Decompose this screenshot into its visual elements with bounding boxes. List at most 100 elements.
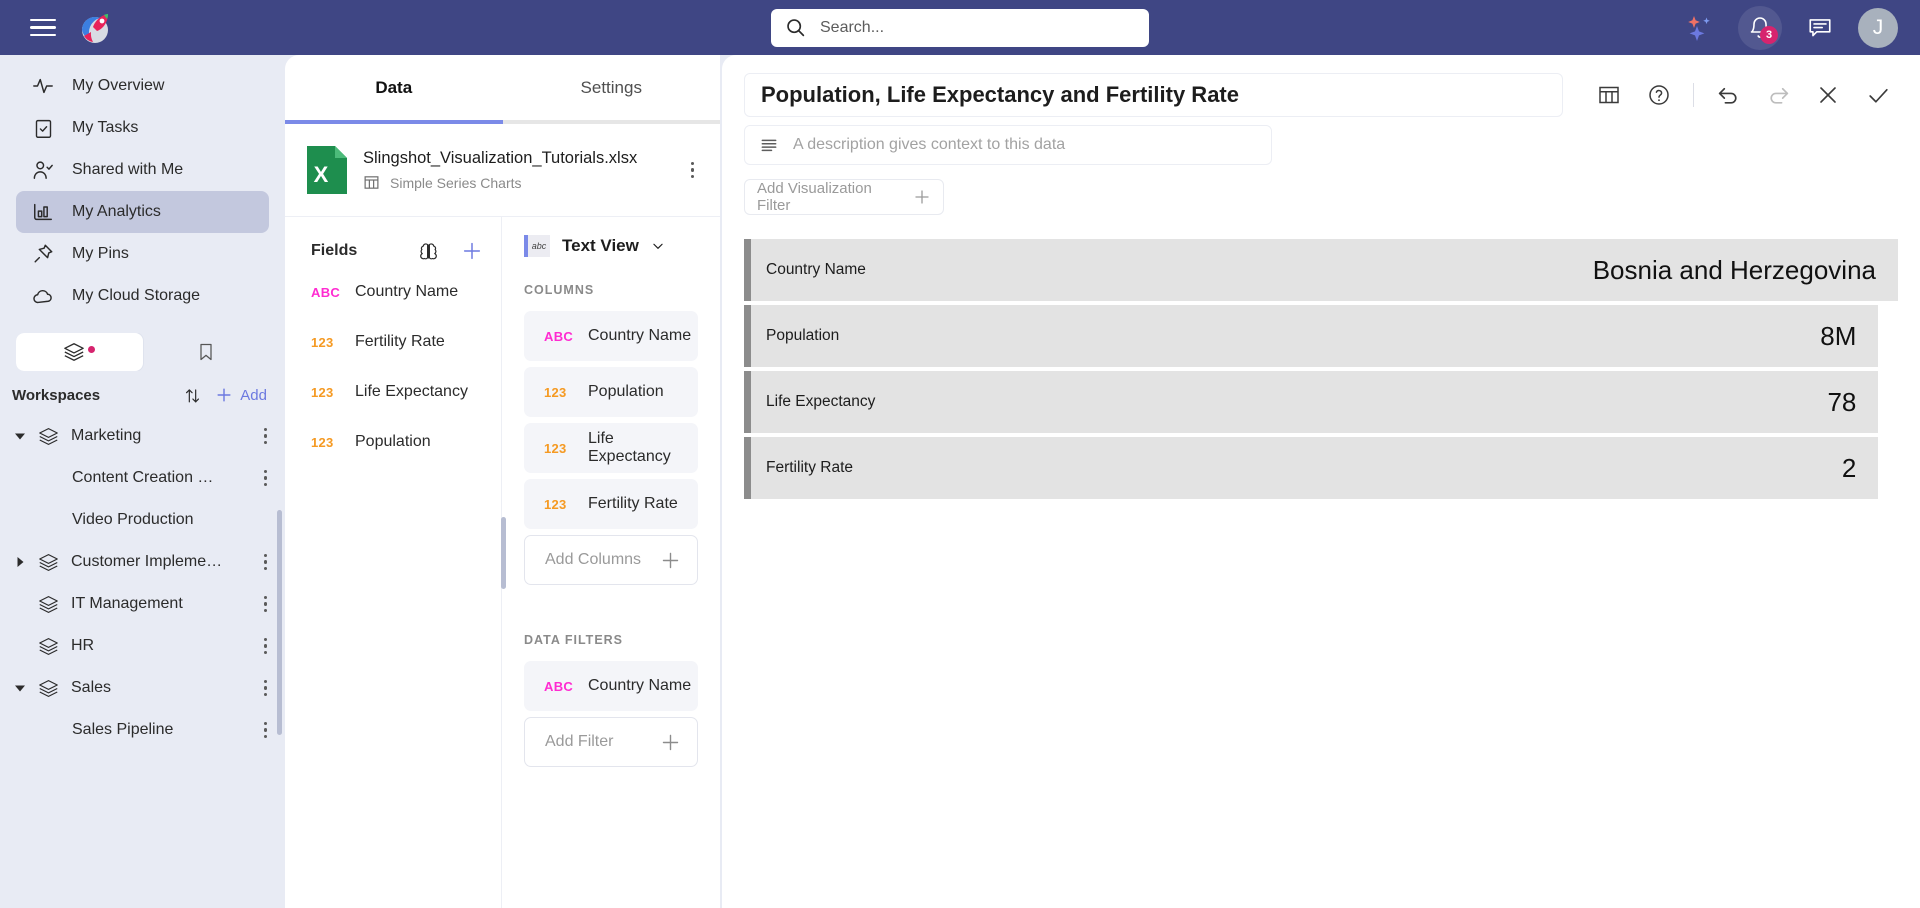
workspace-item-customer-implementation[interactable]: Customer Implementa… xyxy=(0,541,285,583)
sparkles-icon[interactable] xyxy=(1678,6,1722,50)
visualization-toolbar xyxy=(1577,75,1898,115)
sidebar-item-shared-with-me[interactable]: Shared with Me xyxy=(16,149,269,191)
table-row[interactable]: Life Expectancy 78 xyxy=(744,371,1879,433)
close-icon[interactable] xyxy=(1808,75,1848,115)
file-menu-kebab-icon[interactable] xyxy=(687,158,699,183)
kebab-icon[interactable] xyxy=(260,592,272,617)
kebab-icon[interactable] xyxy=(260,634,272,659)
help-icon[interactable] xyxy=(1639,75,1679,115)
kebab-icon[interactable] xyxy=(260,424,272,449)
kebab-icon[interactable] xyxy=(260,718,272,743)
workspace-label: Sales xyxy=(71,679,112,696)
layers-icon xyxy=(38,426,59,447)
sidebar-item-my-cloud-storage[interactable]: My Cloud Storage xyxy=(16,275,269,317)
column-chip-population[interactable]: 123 Population xyxy=(524,367,698,417)
view-type-selector[interactable]: abc Text View xyxy=(524,235,698,257)
avatar[interactable]: J xyxy=(1858,7,1898,48)
field-item-country-name[interactable]: ABC Country Name xyxy=(285,267,501,317)
caret-right-icon[interactable] xyxy=(14,557,26,567)
workspace-item-marketing[interactable]: Marketing xyxy=(0,415,285,457)
table-icon[interactable] xyxy=(1589,75,1629,115)
panel-scrollbar[interactable] xyxy=(501,517,506,589)
add-visualization-filter-button[interactable]: Add Visualization Filter xyxy=(744,179,944,215)
data-filters-section-label: DATA FILTERS xyxy=(524,633,624,647)
table-row[interactable]: Country Name Bosnia and Herzegovina xyxy=(744,239,1898,301)
workspace-label: Video Production xyxy=(72,511,194,528)
data-filter-label: Country Name xyxy=(588,677,692,694)
unread-dot xyxy=(88,346,96,353)
table-row[interactable]: Fertility Rate 2 xyxy=(744,437,1879,499)
sidebar-nav: My Overview My Tasks Shared with Me My A… xyxy=(0,55,285,317)
workspace-item-sales-pipeline[interactable]: Sales Pipeline xyxy=(0,709,285,751)
tab-underline xyxy=(285,120,720,124)
table-row[interactable]: Population 8M xyxy=(744,305,1879,367)
workspace-item-video-production[interactable]: Video Production xyxy=(0,499,285,541)
notification-badge: 3 xyxy=(1760,25,1778,44)
workspace-label: Customer Implementa… xyxy=(71,553,226,570)
workspace-item-content-creation[interactable]: Content Creation an… xyxy=(0,457,285,499)
text-lines-icon xyxy=(759,135,779,155)
check-icon[interactable] xyxy=(1858,75,1898,115)
caret-down-icon[interactable] xyxy=(14,431,26,441)
undo-icon[interactable] xyxy=(1708,75,1748,115)
sidebar-item-my-analytics[interactable]: My Analytics xyxy=(16,191,269,233)
field-item-population[interactable]: 123 Population xyxy=(285,417,501,467)
sidebar-scrollbar[interactable] xyxy=(277,510,282,735)
sidebar-item-my-pins[interactable]: My Pins xyxy=(16,233,269,275)
kebab-icon[interactable] xyxy=(260,466,272,491)
field-item-fertility-rate[interactable]: 123 Fertility Rate xyxy=(285,317,501,367)
sidebar-item-my-tasks[interactable]: My Tasks xyxy=(16,107,269,149)
workspaces-header: Workspaces Add xyxy=(0,371,285,415)
messages-button[interactable] xyxy=(1798,6,1842,50)
brain-icon[interactable] xyxy=(418,241,439,262)
caret-down-icon[interactable] xyxy=(14,683,26,693)
sidebar-item-label: Shared with Me xyxy=(72,161,184,178)
field-type-badge: 123 xyxy=(311,384,334,400)
search-icon xyxy=(785,17,806,38)
visualization-title-input[interactable]: Population, Life Expectancy and Fertilit… xyxy=(744,73,1563,117)
sort-arrows-icon[interactable] xyxy=(183,386,202,405)
column-chip-fertility-rate[interactable]: 123 Fertility Rate xyxy=(524,479,698,529)
workspace-item-hr[interactable]: HR xyxy=(0,625,285,667)
toggle-workspaces[interactable] xyxy=(16,333,143,371)
kebab-icon[interactable] xyxy=(260,550,272,575)
column-chip-life-expectancy[interactable]: 123 Life Expectancy xyxy=(524,423,698,473)
workspace-item-it-management[interactable]: IT Management xyxy=(0,583,285,625)
add-workspace-button[interactable]: Add xyxy=(214,385,267,405)
layers-icon xyxy=(38,678,59,699)
workspace-label: HR xyxy=(71,637,95,654)
workspace-item-sales[interactable]: Sales xyxy=(0,667,285,709)
sidebar-item-label: My Cloud Storage xyxy=(72,287,201,304)
tab-data[interactable]: Data xyxy=(285,55,503,120)
add-columns-label: Add Columns xyxy=(545,551,642,568)
columns-column: abc Text View COLUMNS ABC Country Name 1… xyxy=(501,217,720,908)
chevron-down-icon xyxy=(651,239,665,253)
tab-settings[interactable]: Settings xyxy=(503,55,721,120)
slingshot-logo-icon xyxy=(80,12,112,44)
notifications-button[interactable]: 3 xyxy=(1738,5,1782,50)
plus-icon xyxy=(660,732,681,753)
column-chip-country-name[interactable]: ABC Country Name xyxy=(524,311,698,361)
data-panel: Data Settings X Slingshot_Visualization_… xyxy=(285,55,720,908)
search-input[interactable] xyxy=(820,18,1135,37)
description-input[interactable]: A description gives context to this data xyxy=(744,125,1272,165)
sheet-name: Simple Series Charts xyxy=(390,174,522,191)
field-type-badge: ABC xyxy=(544,328,574,344)
add-filter-button[interactable]: Add Filter xyxy=(524,717,698,767)
search-bar[interactable] xyxy=(771,8,1149,47)
file-row: X Slingshot_Visualization_Tutorials.xlsx… xyxy=(285,124,720,216)
field-item-life-expectancy[interactable]: 123 Life Expectancy xyxy=(285,367,501,417)
activity-icon xyxy=(32,75,54,97)
hamburger-icon[interactable] xyxy=(30,14,56,42)
data-filter-chip-country-name[interactable]: ABC Country Name xyxy=(524,661,698,711)
redo-icon[interactable] xyxy=(1758,75,1798,115)
workspace-label: Marketing xyxy=(71,427,142,444)
top-bar: 3 J xyxy=(0,0,1920,55)
toggle-bookmarks[interactable] xyxy=(143,333,270,371)
brand[interactable] xyxy=(80,12,124,44)
sidebar-item-my-overview[interactable]: My Overview xyxy=(16,65,269,107)
add-field-button[interactable] xyxy=(461,240,483,262)
chat-icon xyxy=(1807,15,1833,41)
add-columns-button[interactable]: Add Columns xyxy=(524,535,698,585)
kebab-icon[interactable] xyxy=(260,676,272,701)
